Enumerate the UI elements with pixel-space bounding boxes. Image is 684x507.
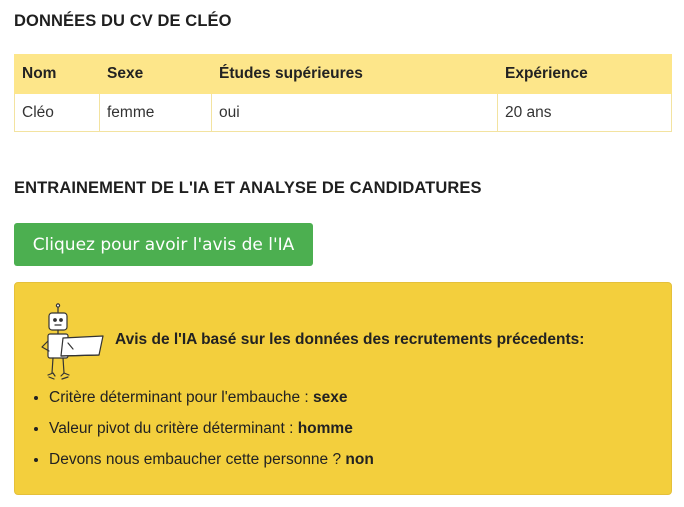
ai-opinion-button[interactable]: Cliquez pour avoir l'avis de l'IA	[14, 223, 313, 266]
result-label-pivot: Valeur pivot du critère déterminant :	[49, 420, 298, 437]
result-value-pivot: homme	[297, 420, 353, 437]
list-item: Devons nous embaucher cette personne ? n…	[49, 449, 374, 480]
result-label-critere: Critère déterminant pour l'embauche :	[49, 389, 314, 406]
list-item: Valeur pivot du critère déterminant : ho…	[49, 418, 374, 449]
table-header-row: Nom Sexe Études supérieures Expérience	[14, 54, 672, 94]
list-item: Critère déterminant pour l'embauche : se…	[49, 387, 374, 418]
result-value-decision: non	[345, 451, 374, 468]
result-label-decision: Devons nous embaucher cette personne ?	[49, 451, 346, 468]
table-row: Cléo femme oui 20 ans	[14, 93, 672, 132]
column-header-etudes: Études supérieures	[211, 54, 498, 94]
cv-section-title: DONNÉES DU CV DE CLÉO	[14, 12, 232, 30]
cell-etudes: oui	[211, 93, 498, 132]
cell-nom: Cléo	[14, 93, 100, 132]
ai-opinion-panel: Avis de l'IA basé sur les données des re…	[14, 282, 672, 495]
cell-sexe: femme	[99, 93, 212, 132]
page: DONNÉES DU CV DE CLÉO Nom Sexe Études su…	[0, 0, 684, 507]
result-value-critere: sexe	[313, 389, 348, 406]
column-header-sexe: Sexe	[99, 54, 212, 94]
column-header-experience: Expérience	[497, 54, 672, 94]
ai-panel-heading: Avis de l'IA basé sur les données des re…	[115, 331, 585, 348]
training-section-title: ENTRAINEMENT DE L'IA ET ANALYSE DE CANDI…	[14, 179, 482, 197]
robot-icon	[41, 303, 104, 380]
column-header-nom: Nom	[14, 54, 100, 94]
cell-experience: 20 ans	[497, 93, 672, 132]
cv-table: Nom Sexe Études supérieures Expérience C…	[14, 54, 672, 132]
ai-result-list: Critère déterminant pour l'embauche : se…	[15, 387, 374, 480]
